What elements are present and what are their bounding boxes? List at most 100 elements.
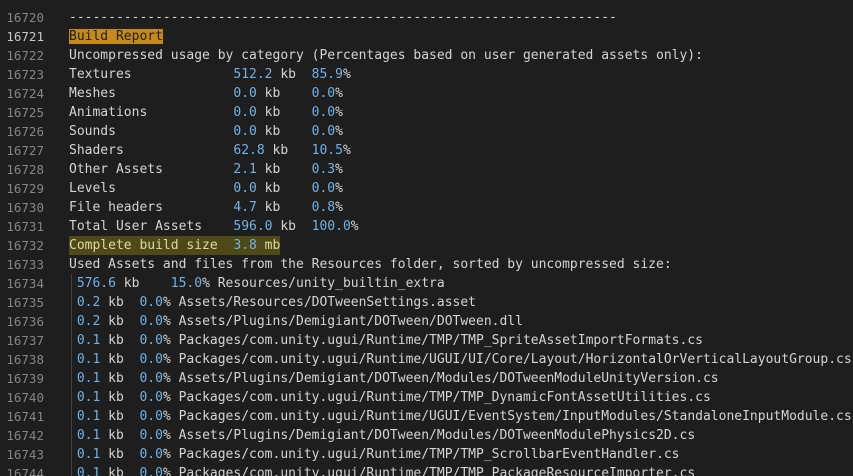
token: 0.0 [311,181,336,196]
token: % [342,143,351,158]
line-number: 16744 [6,466,44,476]
line-number: 16730 [6,200,44,215]
token: kb [256,124,312,139]
token: 0.0 [139,333,163,348]
token: kb [100,409,140,424]
token: % Assets/Plugins/Demigiant/DOTween/Modul… [162,371,719,386]
code-line[interactable]: 16725 Animations 0.0 kb 0.0% [0,103,853,122]
code-line[interactable]: 16720 -----------------------------------… [0,8,853,27]
token: kb [100,428,140,443]
line-number: 16739 [6,371,44,386]
line-text: Total User Assets 596.0 kb 100.0% [69,217,359,236]
token: Levels [69,181,234,196]
token: 0.0 [139,371,163,386]
code-line[interactable]: 16742 0.1 kb 0.0% Assets/Plugins/Demigia… [0,426,853,445]
line-number: 16723 [6,67,44,82]
token: 0.1 [76,352,101,367]
line-text: 0.2 kb 0.0% Assets/Resources/DOTweenSett… [69,293,476,312]
token: 0.1 [76,390,101,405]
token: % Assets/Plugins/Demigiant/DOTween/DOTwe… [162,314,523,329]
line-number: 16722 [6,48,44,63]
token: 4.7 [233,200,257,215]
token: % Packages/com.unity.ugui/Runtime/TMP/TM… [162,333,703,348]
token: kb [100,314,140,329]
token: % [335,162,343,177]
token: 0.0 [139,295,163,310]
code-line[interactable]: 16732 Complete build size 3.8 mb [0,236,853,255]
token: % Packages/com.unity.ugui/Runtime/TMP/TM… [162,447,680,462]
code-line[interactable]: 16724 Meshes 0.0 kb 0.0% [0,84,853,103]
token: Textures [69,67,234,82]
token: 0.1 [76,466,101,476]
code-line[interactable]: 16738 0.1 kb 0.0% Packages/com.unity.ugu… [0,350,853,369]
token: 0.0 [139,352,163,367]
line-number: 16734 [6,276,44,291]
code-line[interactable]: 16739 0.1 kb 0.0% Assets/Plugins/Demigia… [0,369,853,388]
code-line[interactable]: 16740 0.1 kb 0.0% Packages/com.unity.ugu… [0,388,853,407]
line-text: ----------------------------------------… [69,8,617,27]
line-number: 16740 [6,390,44,405]
line-text: 576.6 kb 15.0% Resources/unity_builtin_e… [69,274,445,293]
code-line[interactable]: 16721 Build Report [0,27,853,46]
token: Other Assets [69,162,234,177]
line-number: 16729 [6,181,44,196]
token: kb [100,352,140,367]
line-text: Other Assets 2.1 kb 0.3% [69,160,343,179]
token: 0.0 [311,105,336,120]
line-text: 0.1 kb 0.0% Assets/Plugins/Demigiant/DOT… [69,369,719,388]
code-editor[interactable]: 16720 -----------------------------------… [0,0,853,476]
code-line[interactable]: 16741 0.1 kb 0.0% Packages/com.unity.ugu… [0,407,853,426]
token: 0.3 [311,162,336,177]
code-line[interactable]: 16723 Textures 512.2 kb 85.9% [0,65,853,84]
code-line[interactable]: 16737 0.1 kb 0.0% Packages/com.unity.ugu… [0,331,853,350]
code-line[interactable]: 16744 0.1 kb 0.0% Packages/com.unity.ugu… [0,464,853,476]
token: % Packages/com.unity.ugui/Runtime/UGUI/U… [162,352,852,367]
token: 0.0 [139,428,163,443]
code-line[interactable]: 16722 Uncompressed usage by category (Per… [0,46,853,65]
token: % [350,219,359,234]
line-text: 0.1 kb 0.0% Packages/com.unity.ugui/Runt… [69,407,852,426]
code-line[interactable]: 16733 Used Assets and files from the Reso… [0,255,853,274]
token: Uncompressed usage by category (Percenta… [69,48,703,63]
line-text: 0.1 kb 0.0% Packages/com.unity.ugui/Runt… [69,350,852,369]
code-line[interactable]: 16731 Total User Assets 596.0 kb 100.0% [0,217,853,236]
token: kb [100,390,140,405]
token: Complete build size [69,238,234,253]
line-text: Textures 512.2 kb 85.9% [69,65,351,84]
token: 0.2 [76,314,101,329]
token: % [335,86,343,101]
line-text: Complete build size 3.8 mb [69,236,281,255]
token: % Packages/com.unity.ugui/Runtime/TMP/TM… [162,390,711,405]
token: kb [256,181,312,196]
code-line[interactable]: 16728 Other Assets 2.1 kb 0.3% [0,160,853,179]
token: Sounds [69,124,234,139]
code-line[interactable]: 16734 576.6 kb 15.0% Resources/unity_bui… [0,274,853,293]
token: 10.5 [311,143,343,158]
code-line[interactable]: 16736 0.2 kb 0.0% Assets/Plugins/Demigia… [0,312,853,331]
code-line[interactable]: 16726 Sounds 0.0 kb 0.0% [0,122,853,141]
token: kb [100,447,140,462]
code-line[interactable]: 16743 0.1 kb 0.0% Packages/com.unity.ugu… [0,445,853,464]
token: kb [256,162,312,177]
code-line[interactable]: 16727 Shaders 62.8 kb 10.5% [0,141,853,160]
line-text: File headers 4.7 kb 0.8% [69,198,343,217]
code-line[interactable]: 16729 Levels 0.0 kb 0.0% [0,179,853,198]
line-number: 16736 [6,314,44,329]
token: 0.0 [311,86,336,101]
token: 0.1 [76,371,101,386]
line-number: 16720 [6,10,44,25]
line-text: 0.2 kb 0.0% Assets/Plugins/Demigiant/DOT… [69,312,523,331]
line-number: 16732 [6,238,44,253]
token: 100.0 [311,219,351,234]
token: 0.0 [139,390,163,405]
token: kb [256,105,312,120]
token: kb [100,295,140,310]
line-number: 16727 [6,143,44,158]
token: ----------------------------------------… [69,10,617,25]
line-text: Build Report [69,27,163,46]
token: File headers [69,200,234,215]
line-text: 0.1 kb 0.0% Packages/com.unity.ugui/Runt… [69,445,680,464]
code-line[interactable]: 16735 0.2 kb 0.0% Assets/Resources/DOTwe… [0,293,853,312]
code-line[interactable]: 16730 File headers 4.7 kb 0.8% [0,198,853,217]
token: % [335,200,343,215]
